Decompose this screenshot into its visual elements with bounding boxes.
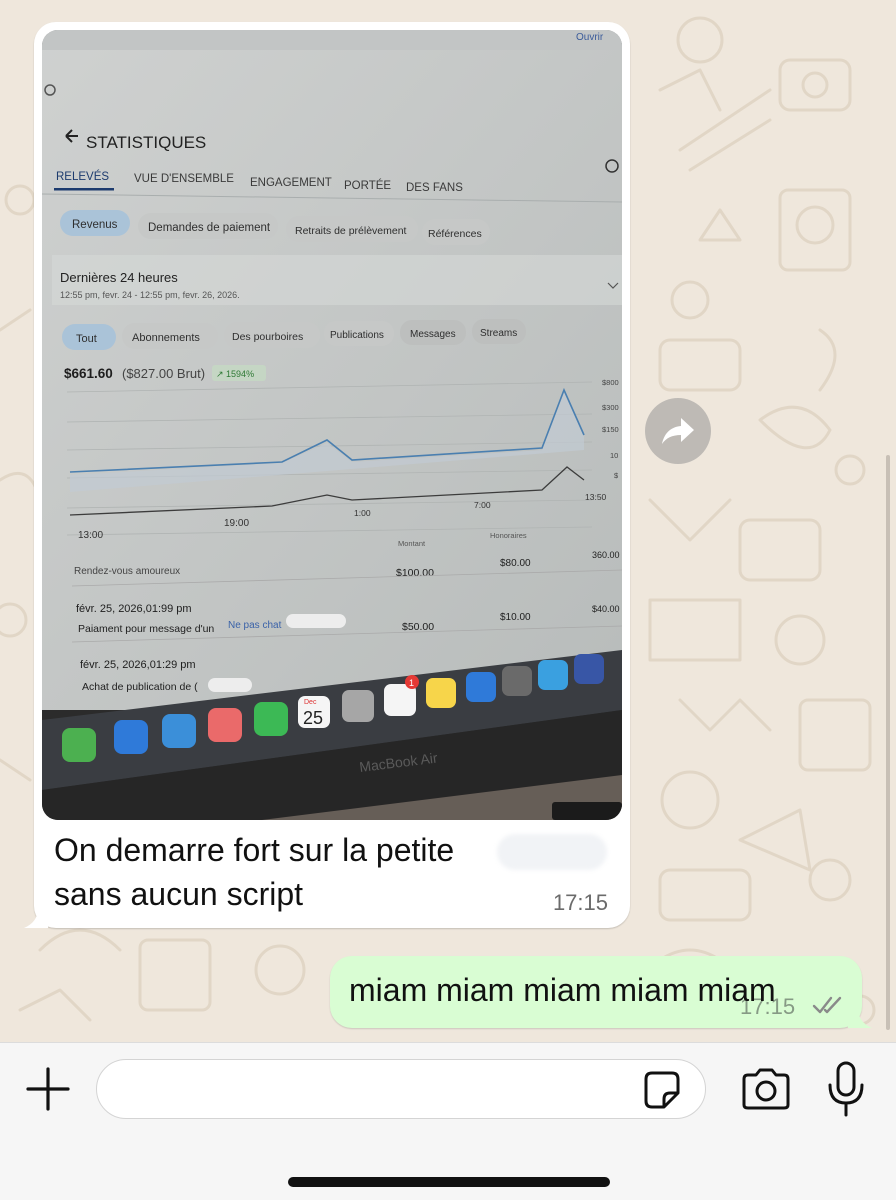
chat-area[interactable]: Ouvrir STATISTIQUES RELEVÉS VUE D'ENSEMB… <box>0 0 896 1042</box>
photo-x-tick: 13:50 <box>585 492 607 502</box>
photo-open-label: Ouvrir <box>576 32 604 43</box>
plus-icon[interactable] <box>24 1065 72 1113</box>
photo-row-link: Ne pas chat <box>228 620 282 631</box>
photo-row-fee: $10.00 <box>500 612 531 623</box>
photo-tab-fans: DES FANS <box>406 182 463 194</box>
photo-y-tick: $800 <box>602 378 619 387</box>
photo-x-tick: 1:00 <box>354 508 371 518</box>
photo-tab-releves: RELEVÉS <box>56 170 109 183</box>
message-timestamp: 17:15 <box>552 890 608 915</box>
photo-tab-overview: VUE D'ENSEMBLE <box>134 173 234 185</box>
photo-tab-reach: PORTÉE <box>344 179 391 192</box>
outgoing-message-bubble[interactable]: 17:15 miam miam miam miam miam <box>330 956 872 1028</box>
message-input[interactable] <box>96 1059 706 1119</box>
photo-period-title: Dernières 24 heures <box>60 270 178 285</box>
photo-row-desc: Rendez-vous amoureux <box>74 566 180 577</box>
calendar-month: Dec <box>304 699 317 706</box>
photo-y-tick: 10 <box>610 451 618 460</box>
photo-chip-revenus: Revenus <box>72 219 118 231</box>
sticker-icon[interactable] <box>640 1069 684 1113</box>
photo-chip-withdrawals: Retraits de prélèvement <box>295 225 407 237</box>
camera-icon[interactable] <box>740 1067 792 1111</box>
double-check-icon <box>812 996 842 1014</box>
photo-tab-engagement: ENGAGEMENT <box>250 177 332 189</box>
photo-row-date: févr. 25, 2026,01:29 pm <box>80 659 196 671</box>
photo-cat-streams: Streams <box>480 328 517 339</box>
message-composer <box>0 1042 896 1200</box>
photo-net-total: $661.60 <box>64 366 113 381</box>
scrollbar[interactable] <box>886 455 890 1030</box>
photo-period-range: 12:55 pm, fevr. 24 - 12:55 pm, fevr. 26,… <box>60 290 240 300</box>
photo-y-tick: $150 <box>602 425 619 434</box>
photo-row-fee: $80.00 <box>500 558 531 569</box>
message-text: miam miam miam miam miam <box>349 972 776 1008</box>
bubble-tail <box>848 1008 872 1028</box>
photo-row-desc: Paiament pour message d'un <box>78 623 214 635</box>
calendar-day: 25 <box>303 708 323 728</box>
microphone-icon[interactable] <box>826 1061 866 1117</box>
photo-cat-publications: Publications <box>330 330 384 341</box>
photo-cat-tout: Tout <box>76 333 97 345</box>
photo-row-date: févr. 25, 2026,01:99 pm <box>76 603 192 615</box>
photo-row-net: $40.00 <box>592 604 620 614</box>
forward-icon <box>662 418 694 444</box>
incoming-message-bubble[interactable]: Ouvrir STATISTIQUES RELEVÉS VUE D'ENSEMB… <box>24 22 630 928</box>
caption-line: On demarre fort sur la petite <box>54 832 455 868</box>
photo-gross-total: ($827.00 Brut) <box>122 366 205 381</box>
photo-cat-subscriptions: Abonnements <box>132 332 200 344</box>
photo-cat-tips: Des pourboires <box>232 331 303 343</box>
photo-row-desc: Achat de publication de ( <box>82 681 198 693</box>
photo-row-net: 360.00 <box>592 550 620 560</box>
photo-row-amount: $50.00 <box>402 621 434 633</box>
photo-title: STATISTIQUES <box>86 133 206 152</box>
message-caption: On demarre fort sur la petite sans aucun… <box>54 828 494 916</box>
redacted-text <box>497 834 607 870</box>
photo-growth-badge: ↗ 1594% <box>216 369 254 379</box>
bubble-tail <box>24 908 48 928</box>
shared-photo[interactable]: Ouvrir STATISTIQUES RELEVÉS VUE D'ENSEMB… <box>42 30 622 820</box>
photo-chip-payment-requests: Demandes de paiement <box>148 222 271 234</box>
photo-col-fees: Honoraires <box>490 531 527 540</box>
forward-button[interactable] <box>645 398 711 464</box>
notification-badge: 1 <box>409 678 414 688</box>
home-indicator <box>288 1177 610 1187</box>
photo-chip-references: Références <box>428 228 482 240</box>
caption-line: sans aucun script <box>54 876 304 912</box>
photo-x-tick: 19:00 <box>224 518 249 529</box>
photo-row-amount: $100.00 <box>396 567 434 579</box>
photo-y-tick: $300 <box>602 403 619 412</box>
photo-x-tick: 7:00 <box>474 500 491 510</box>
photo-cat-messages: Messages <box>410 329 456 340</box>
photo-x-tick: 13:00 <box>78 530 103 541</box>
photo-col-amount: Montant <box>398 539 426 548</box>
